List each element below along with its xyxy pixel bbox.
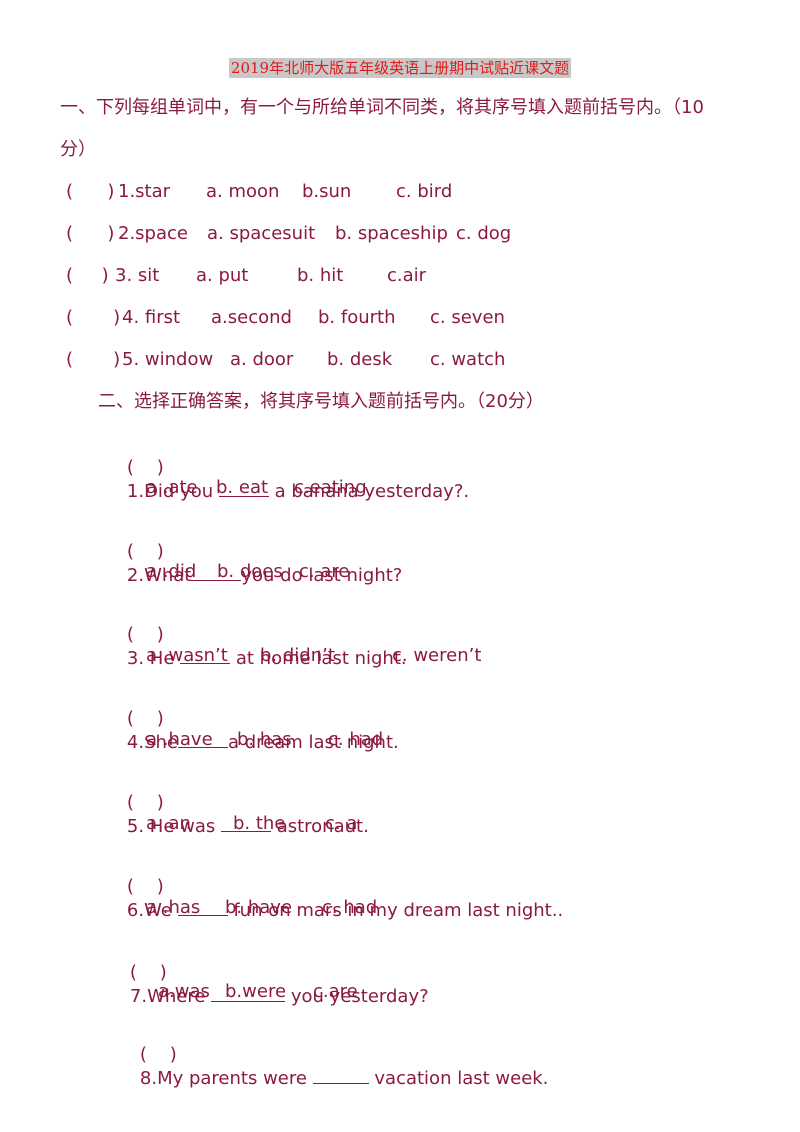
option-c: c. are bbox=[299, 561, 350, 582]
option-a: a.was bbox=[158, 981, 210, 1002]
option-b: b. desk bbox=[327, 349, 393, 370]
option-c: c.air bbox=[387, 265, 427, 286]
option-c: c. had bbox=[322, 897, 378, 918]
option-c: c. seven bbox=[430, 307, 505, 328]
option-b: b. has bbox=[237, 729, 292, 750]
answer-parens: ( ) bbox=[126, 876, 164, 897]
option-b: b.were bbox=[225, 981, 287, 1002]
option-a: a. door bbox=[230, 349, 294, 370]
option-c: c. watch bbox=[430, 349, 506, 370]
option-a: a .did bbox=[146, 561, 197, 582]
option-a: a .ate bbox=[146, 477, 198, 498]
fill-in-blank bbox=[312, 1067, 369, 1084]
option-b: b. does bbox=[217, 561, 283, 582]
answer-parens: ( ) bbox=[139, 1044, 177, 1065]
option-a: a .an bbox=[146, 813, 191, 834]
document-title: 2019年北师大版五年级英语上册期中试贴近课文题 bbox=[228, 58, 572, 78]
question-text-pre: 8.My parents were bbox=[139, 1068, 313, 1089]
option-b: b. the bbox=[233, 813, 286, 834]
option-a: a. spacesuit bbox=[207, 223, 316, 244]
item-word: 3. sit bbox=[115, 265, 160, 286]
answer-parens: ( ) bbox=[126, 708, 164, 729]
answer-parens: ( ) bbox=[66, 265, 109, 286]
option-a: a .has bbox=[146, 897, 201, 918]
option-a: a. moon bbox=[206, 181, 280, 202]
option-b: b. fourth bbox=[318, 307, 396, 328]
answer-parens: ( ) bbox=[66, 223, 115, 244]
answer-parens: ( ) bbox=[66, 181, 115, 202]
section1-heading: 一、下列每组单词中，有一个与所给单词不同类，将其序号填入题前括号内。（10 bbox=[60, 97, 704, 118]
answer-parens: ( ) bbox=[66, 349, 121, 370]
option-c: c. bird bbox=[396, 181, 453, 202]
item-word: 2.space bbox=[118, 223, 188, 244]
option-b: b. hit bbox=[297, 265, 344, 286]
option-c: c.are bbox=[313, 981, 358, 1002]
option-b: b.sun bbox=[302, 181, 352, 202]
answer-parens: ( ) bbox=[126, 624, 164, 645]
option-b: b. didn’t bbox=[260, 645, 335, 666]
question-text-post: vacation last week. bbox=[368, 1068, 549, 1089]
answer-parens: ( ) bbox=[126, 457, 164, 478]
item-word: 1.star bbox=[118, 181, 171, 202]
answer-parens: ( ) bbox=[126, 541, 164, 562]
option-b: b. have bbox=[225, 897, 293, 918]
option-c: c. had bbox=[328, 729, 384, 750]
item-word: 5. window bbox=[122, 349, 214, 370]
option-a: a .have bbox=[146, 729, 213, 750]
section2-heading: 二、选择正确答案，将其序号填入题前括号内。（20分） bbox=[98, 391, 544, 412]
option-c: c.eating bbox=[294, 477, 367, 498]
option-c: c. a bbox=[325, 813, 358, 834]
option-b: b. eat bbox=[216, 477, 269, 498]
option-a: a.second bbox=[211, 307, 292, 328]
answer-parens: ( ) bbox=[126, 792, 164, 813]
answer-parens: ( ) bbox=[66, 307, 121, 328]
option-c: c. dog bbox=[456, 223, 512, 244]
option-c: c. weren’t bbox=[392, 645, 482, 666]
section1-heading-cont: 分） bbox=[60, 139, 96, 160]
option-a: a. put bbox=[196, 265, 249, 286]
option-a: a .wasn’t bbox=[146, 645, 228, 666]
item-word: 4. first bbox=[122, 307, 181, 328]
option-b: b. spaceship bbox=[335, 223, 448, 244]
